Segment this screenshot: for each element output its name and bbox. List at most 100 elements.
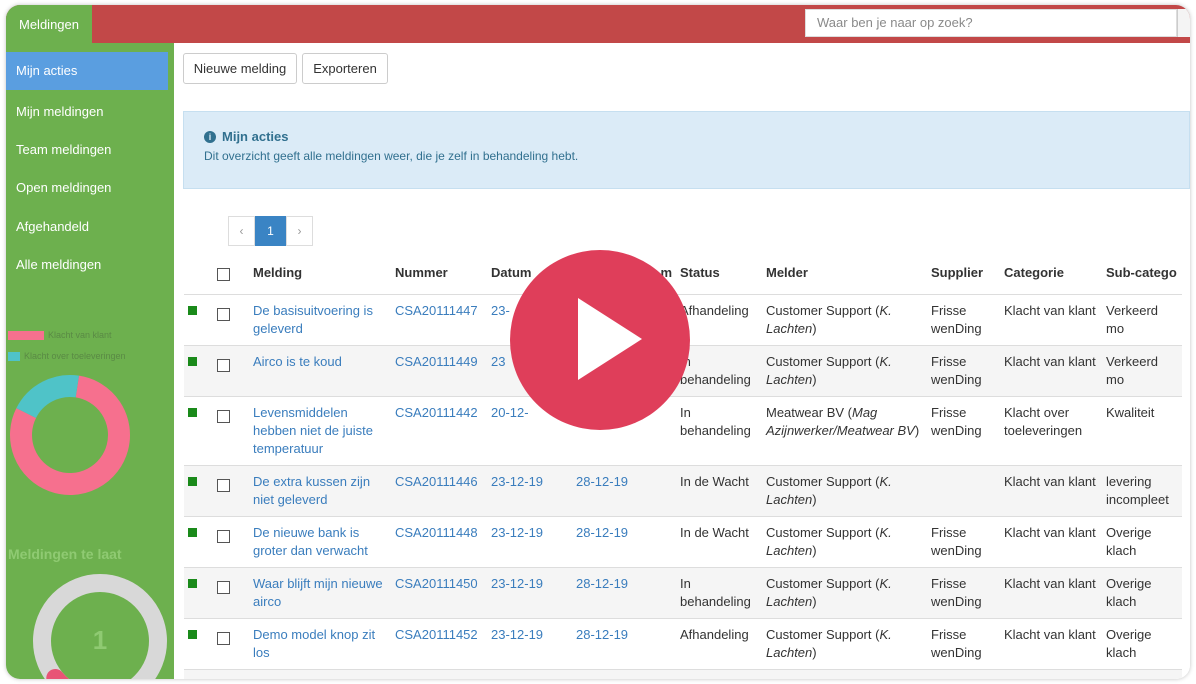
sidebar: Mijn acties Mijn meldingen Team meldinge… <box>6 43 174 679</box>
header-nummer[interactable]: Nummer <box>391 252 487 294</box>
status-dot <box>188 476 197 486</box>
categorie-cell: Klacht over <box>1000 668 1102 679</box>
sub-categorie-cell: Overige klach <box>1102 617 1182 669</box>
page-next-button[interactable]: › <box>286 216 313 246</box>
status-dot-cell <box>184 344 213 396</box>
legend-item: Klacht van klant <box>8 330 112 341</box>
melding-link[interactable]: Airco is te koud <box>253 354 342 369</box>
melder-name: Customer Support ( <box>766 353 880 369</box>
nummer-link[interactable]: CSA20111452 <box>395 627 478 642</box>
header-melder[interactable]: Melder <box>762 252 927 294</box>
datum-value: 20-12- <box>491 404 529 420</box>
sidebar-item-alle-meldingen[interactable]: Alle meldingen <box>6 246 168 284</box>
sub-categorie-cell: Kwaliteit <box>1102 395 1182 465</box>
categorie-cell: Klacht van klant <box>1000 344 1102 396</box>
header-status[interactable]: Status <box>676 252 762 294</box>
sidebar-item-team-meldingen[interactable]: Team meldingen <box>6 131 168 169</box>
datum-value: 23- <box>491 302 510 318</box>
datum-cell: 23-12-19 <box>487 566 572 618</box>
supplier-cell: Frisse wenDing <box>927 566 1000 618</box>
categorie-cell: Klacht van klant <box>1000 464 1102 516</box>
header-supplier[interactable]: Supplier <box>927 252 1000 294</box>
header-categorie[interactable]: Categorie <box>1000 252 1102 294</box>
table-row[interactable]: De nieuwe bank is groter dan verwacht CSA… <box>184 515 1182 567</box>
melding-link[interactable]: De extra kussen zijn niet geleverd <box>253 474 370 507</box>
sidebar-item-mijn-acties[interactable]: Mijn acties <box>6 52 168 90</box>
header-select-all <box>213 252 249 294</box>
sidebar-item-mijn-meldingen[interactable]: Mijn meldingen <box>6 93 168 131</box>
sidebar-item-open-meldingen[interactable]: Open meldingen <box>6 169 168 207</box>
melder-end: ) <box>914 422 920 438</box>
table-row[interactable]: Waar blijft mijn nieuwe airco CSA20111450… <box>184 566 1182 618</box>
melder-end: ) <box>812 320 817 336</box>
melding-link[interactable]: Waar blijft mijn nieuwe airco <box>253 576 383 609</box>
status-dot <box>188 629 197 639</box>
row-checkbox[interactable] <box>217 631 230 645</box>
row-checkbox-cell <box>213 395 249 465</box>
supplier-cell: Frisse wenDing <box>927 395 1000 465</box>
nummer-cell: CSA20111442 <box>391 395 487 465</box>
melder-end: ) <box>812 644 817 660</box>
app-window: Meldingen Waar ben je naar op zoek? Mijn… <box>6 5 1190 679</box>
sub-categorie-cell: levering incompleet <box>1102 464 1182 516</box>
melding-cell: De basisuitvoering is geleverd <box>249 293 391 345</box>
nummer-link[interactable]: CSA20111448 <box>395 525 478 540</box>
melder-cell: Meatwear BV (Mag Azijnwerker/Meatwear BV… <box>762 395 927 465</box>
melding-link[interactable]: Demo model knop zit los <box>253 627 375 660</box>
new-melding-button[interactable]: Nieuwe melding <box>183 53 297 84</box>
info-title-row: i Mijn acties <box>204 129 288 144</box>
datum-value: 23-12-19 <box>491 473 544 489</box>
nummer-link[interactable]: CSA20111450 <box>395 576 478 591</box>
row-checkbox[interactable] <box>217 409 230 423</box>
search-button[interactable] <box>1177 9 1190 37</box>
categorie-cell: Klacht over toeleveringen <box>1000 395 1102 465</box>
tab-meldingen[interactable]: Meldingen <box>6 5 92 43</box>
search-input[interactable]: Waar ben je naar op zoek? <box>805 9 1177 37</box>
row-checkbox[interactable] <box>217 478 230 492</box>
row-checkbox[interactable] <box>217 358 230 372</box>
sidebar-item-afgehandeld[interactable]: Afgehandeld <box>6 208 168 246</box>
table-row[interactable]: De extra kussen zijn niet geleverd CSA201… <box>184 464 1182 516</box>
datum-value: 23-12-19 <box>491 575 544 591</box>
nummer-link[interactable]: CSA20111442 <box>395 405 478 420</box>
table-row[interactable]: Demo model knop zit los CSA20111452 23-12-… <box>184 617 1182 669</box>
status-dot <box>188 356 197 366</box>
melder-cell: Meatwear BV (Mag <box>762 668 927 680</box>
melding-link[interactable]: Levensmiddelen hebben niet de juiste tem… <box>253 405 373 456</box>
table-row[interactable]: Levensmiddelen hebben niet de juiste tem… <box>184 395 1182 465</box>
melding-cell: Waar blijft mijn nieuwe airco <box>249 566 391 618</box>
info-title: Mijn acties <box>222 129 289 144</box>
status-cell: In behandeling <box>676 566 762 618</box>
page-1-button[interactable]: 1 <box>255 216 286 246</box>
status-dot-cell <box>184 566 213 618</box>
supplier-cell <box>927 464 1000 516</box>
header-melding[interactable]: Melding <box>249 252 391 294</box>
melder-cell: Customer Support (K. Lachten) <box>762 566 927 618</box>
nummer-link[interactable]: CSA20111443 <box>395 678 478 680</box>
row-checkbox[interactable] <box>217 307 230 321</box>
gauge-value: 1 <box>93 625 107 655</box>
export-button[interactable]: Exporteren <box>302 53 388 84</box>
nummer-link[interactable]: CSA20111449 <box>395 354 478 369</box>
melder-end: ) <box>812 371 817 387</box>
video-play-button[interactable] <box>510 250 690 430</box>
melding-link[interactable]: De nieuwe bank is groter dan verwacht <box>253 525 368 558</box>
table-row[interactable]: Airco blaast veel te CSA20111443 20-12-19 2… <box>184 668 1182 680</box>
nummer-link[interactable]: CSA20111446 <box>395 474 478 489</box>
header-sub-categorie[interactable]: Sub-catego <box>1102 252 1182 294</box>
row-checkbox-cell <box>213 293 249 345</box>
melder-name: Meatwear BV ( <box>766 678 852 680</box>
page-prev-button[interactable]: ‹ <box>228 216 255 246</box>
nummer-link[interactable]: CSA20111447 <box>395 303 478 318</box>
supplier-cell: Frisse wenDing <box>927 344 1000 396</box>
melding-link[interactable]: De basisuitvoering is geleverd <box>253 303 373 336</box>
info-text: Dit overzicht geeft alle meldingen weer,… <box>204 149 579 163</box>
melder-name: Meatwear BV ( <box>766 404 852 420</box>
select-all-checkbox[interactable] <box>217 267 230 281</box>
melding-link[interactable]: Airco blaast veel te <box>253 678 363 680</box>
row-checkbox[interactable] <box>217 580 230 594</box>
melding-cell: De extra kussen zijn niet geleverd <box>249 464 391 516</box>
categorie-cell: Klacht van klant <box>1000 617 1102 669</box>
melder-cell: Customer Support (K. Lachten) <box>762 515 927 567</box>
row-checkbox[interactable] <box>217 529 230 543</box>
